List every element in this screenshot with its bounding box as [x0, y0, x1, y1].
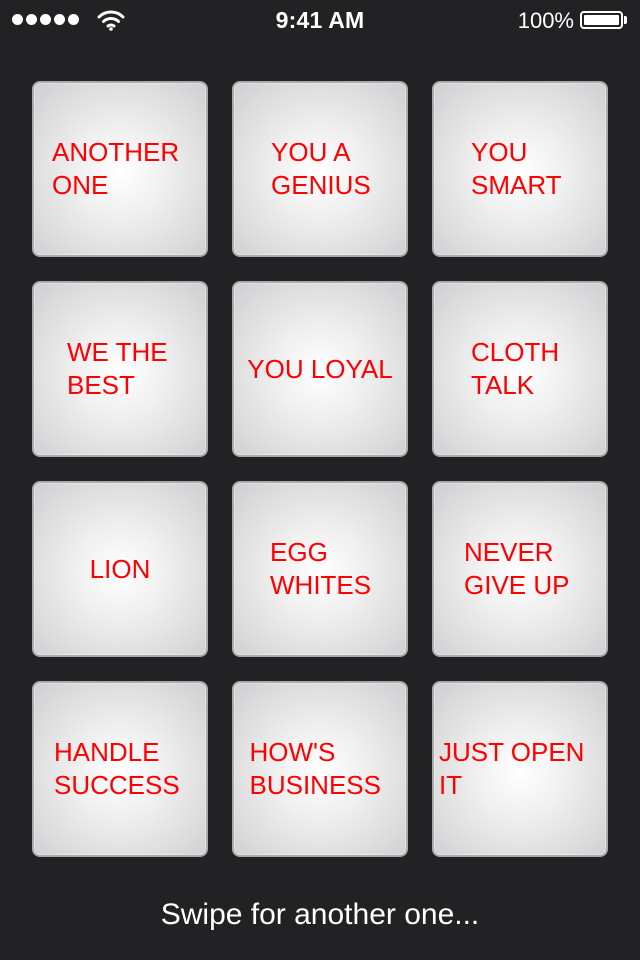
- phrase-button-you-loyal[interactable]: YOU LOYAL: [232, 281, 408, 457]
- phrase-label: JUST OPEN IT: [439, 737, 585, 800]
- phrase-label: EGG WHITES: [270, 537, 372, 600]
- phrase-button-you-a-genius[interactable]: YOU A GENIUS: [232, 81, 408, 257]
- swipe-hint: Swipe for another one...: [160, 898, 480, 931]
- phrase-button-handle-success[interactable]: HANDLE SUCCESS: [32, 681, 208, 857]
- phrase-label: NEVER GIVE UP: [464, 537, 570, 600]
- phrase-button-you-smart[interactable]: YOU SMART: [432, 81, 608, 257]
- battery-icon: [580, 11, 623, 29]
- status-bar: 9:41 AM 100%: [0, 0, 640, 40]
- phrase-label: YOU SMART: [471, 137, 562, 200]
- phrase-label: CLOTH TALK: [471, 337, 560, 400]
- phrase-label: WE THE BEST: [67, 337, 168, 400]
- phrase-button-another-one[interactable]: ANOTHER ONE: [32, 81, 208, 257]
- phrase-button-egg-whites[interactable]: EGG WHITES: [232, 481, 408, 657]
- phrase-label: HANDLE SUCCESS: [54, 737, 180, 800]
- phrase-button-just-open-it[interactable]: JUST OPEN IT: [432, 681, 608, 857]
- phrase-label: HOW'S BUSINESS: [249, 737, 382, 800]
- phrase-button-lion[interactable]: LION: [32, 481, 208, 657]
- phrase-button-never-give-up[interactable]: NEVER GIVE UP: [432, 481, 608, 657]
- phrase-label: YOU LOYAL: [247, 353, 393, 384]
- battery-percent: 100%: [517, 8, 574, 33]
- phrase-label: ANOTHER ONE: [52, 137, 180, 200]
- phrase-grid: ANOTHER ONE YOU A GENIUS YOU SMART WE TH…: [32, 81, 608, 857]
- phrase-label: YOU A GENIUS: [271, 137, 371, 200]
- phrase-button-cloth-talk[interactable]: CLOTH TALK: [432, 281, 608, 457]
- phrase-button-we-the-best[interactable]: WE THE BEST: [32, 281, 208, 457]
- battery-tip: [624, 16, 627, 24]
- phrase-button-hows-business[interactable]: HOW'S BUSINESS: [232, 681, 408, 857]
- phrase-label: LION: [89, 553, 151, 584]
